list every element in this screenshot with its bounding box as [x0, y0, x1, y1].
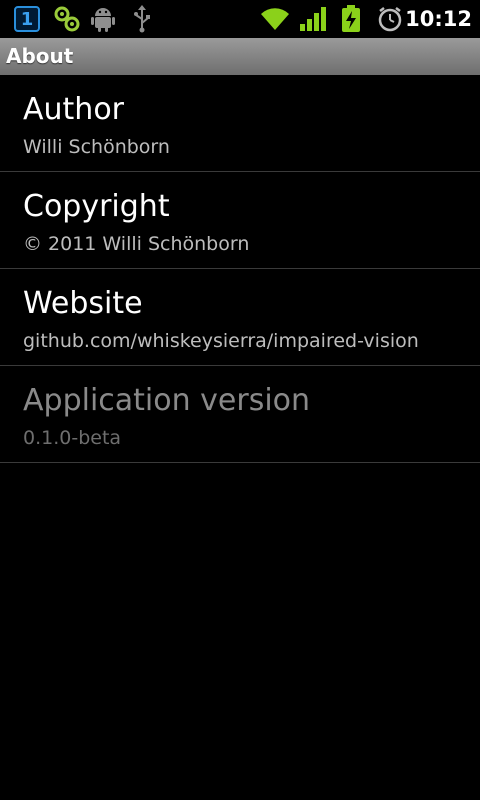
- pref-website[interactable]: Website github.com/whiskeysierra/impaire…: [0, 269, 480, 366]
- pref-summary: © 2011 Willi Schönborn: [23, 233, 250, 255]
- pref-summary: Willi Schönborn: [23, 136, 170, 158]
- android-debug-icon[interactable]: [90, 4, 116, 34]
- status-bar: 1 10:12: [0, 0, 480, 38]
- title-bar: About: [0, 38, 480, 75]
- signal-strength-icon[interactable]: [298, 4, 328, 34]
- pref-summary: 0.1.0-beta: [23, 427, 122, 449]
- wifi-icon[interactable]: [258, 4, 292, 34]
- pref-summary: github.com/whiskeysierra/impaired-vision: [23, 330, 419, 352]
- alarm-clock-icon[interactable]: [376, 4, 404, 34]
- sync-icon[interactable]: [52, 4, 82, 34]
- page-title: About: [6, 44, 74, 68]
- pref-title: Application version: [23, 383, 311, 418]
- usb-icon[interactable]: [130, 4, 154, 34]
- battery-charging-icon[interactable]: [340, 4, 362, 34]
- pref-author[interactable]: Author Willi Schönborn: [0, 75, 480, 172]
- pref-title: Website: [23, 286, 143, 321]
- calendar-notification-icon[interactable]: 1: [12, 4, 42, 34]
- pref-title: Copyright: [23, 189, 170, 224]
- calendar-day: 1: [14, 6, 40, 32]
- pref-title: Author: [23, 92, 125, 127]
- pref-application-version: Application version 0.1.0-beta: [0, 366, 480, 463]
- pref-copyright[interactable]: Copyright © 2011 Willi Schönborn: [0, 172, 480, 269]
- status-clock: 10:12: [405, 7, 472, 31]
